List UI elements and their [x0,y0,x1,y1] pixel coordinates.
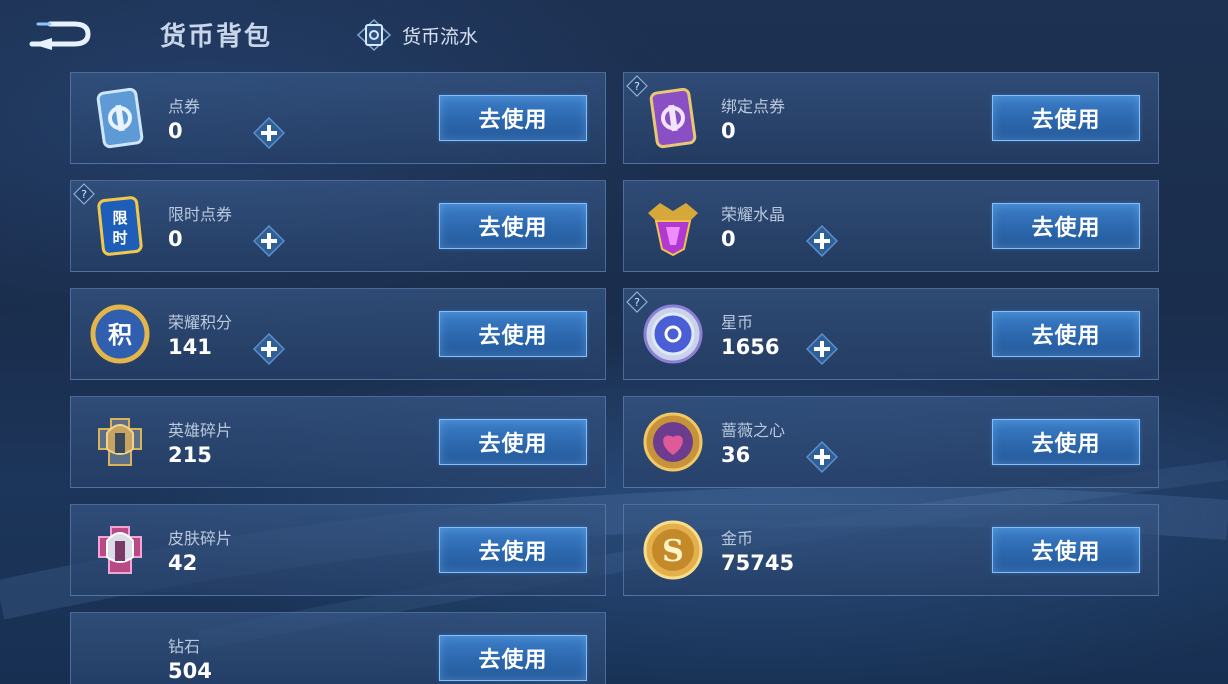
currency-card: 蔷薇之心 36 去使用 [623,396,1159,488]
use-button[interactable]: 去使用 [992,311,1140,357]
currency-amount: 0 [721,227,736,251]
use-button[interactable]: 去使用 [992,527,1140,573]
currency-name: 皮肤碎片 [168,529,233,548]
use-button[interactable]: 去使用 [439,95,587,141]
currency-card: 钻石 504 去使用 [70,612,606,684]
currency-name: 限时点券 [168,205,233,224]
currency-amount: 504 [168,659,212,683]
currency-amount: 0 [721,119,736,143]
currency-card: S 金币 75745 去使用 [623,504,1159,596]
currency-amount: 1656 [721,335,780,359]
rose-heart-icon [640,409,706,475]
use-button[interactable]: 去使用 [992,203,1140,249]
currency-name: 绑定点券 [721,97,786,116]
currency-card: ? 限时限时点券 0 去使用 [70,180,606,272]
use-button[interactable]: 去使用 [992,95,1140,141]
currency-flow-icon [356,18,392,52]
currency-name: 星币 [721,313,754,332]
currency-card: 荣耀水晶 0 去使用 [623,180,1159,272]
limited-coupon-icon: 限时 [87,193,153,259]
currency-name: 蔷薇之心 [721,421,786,440]
glory-points-icon: 积 [87,301,153,367]
gold-coin-icon: S [640,517,706,583]
currency-name: 钻石 [168,637,201,656]
currency-card: 英雄碎片 215 去使用 [70,396,606,488]
svg-text:S: S [662,534,684,569]
purple-coupon-icon [640,85,706,151]
currency-amount: 75745 [721,551,795,575]
currency-card: 积 荣耀积分 141 去使用 [70,288,606,380]
add-currency-button[interactable] [805,224,839,258]
star-coin-icon [640,301,706,367]
use-button[interactable]: 去使用 [439,419,587,465]
skin-fragment-icon [87,517,153,583]
currency-name: 点券 [168,97,201,116]
currency-amount: 215 [168,443,212,467]
use-button[interactable]: 去使用 [439,635,587,681]
currency-amount: 0 [168,119,183,143]
diamond-icon [87,625,153,684]
currency-card: 点券 0 去使用 [70,72,606,164]
currency-card: 皮肤碎片 42 去使用 [70,504,606,596]
blue-coupon-icon [87,85,153,151]
currency-amount: 42 [168,551,198,575]
page-title: 货币背包 [160,22,273,52]
use-button[interactable]: 去使用 [439,203,587,249]
use-button[interactable]: 去使用 [439,311,587,357]
currency-flow-link[interactable]: 货币流水 [356,18,478,52]
currency-amount: 141 [168,335,212,359]
use-button[interactable]: 去使用 [439,527,587,573]
svg-text:时: 时 [112,229,127,247]
add-currency-button[interactable] [252,332,286,366]
hero-fragment-icon [87,409,153,475]
currency-card: ? 星币 1656 去使用 [623,288,1159,380]
currency-amount: 36 [721,443,751,467]
currency-flow-label: 货币流水 [402,25,479,48]
currency-amount: 0 [168,227,183,251]
glory-crystal-icon [640,193,706,259]
currency-name: 荣耀积分 [168,313,233,332]
svg-text:限: 限 [112,209,127,227]
add-currency-button[interactable] [805,332,839,366]
currency-name: 荣耀水晶 [721,205,786,224]
back-button[interactable] [28,16,94,52]
currency-card: ? 绑定点券 0 去使用 [623,72,1159,164]
currency-name: 英雄碎片 [168,421,233,440]
currency-name: 金币 [721,529,754,548]
svg-text:积: 积 [108,321,132,349]
add-currency-button[interactable] [805,440,839,474]
add-currency-button[interactable] [252,224,286,258]
add-currency-button[interactable] [252,116,286,150]
back-arrow-icon [29,21,91,50]
use-button[interactable]: 去使用 [992,419,1140,465]
